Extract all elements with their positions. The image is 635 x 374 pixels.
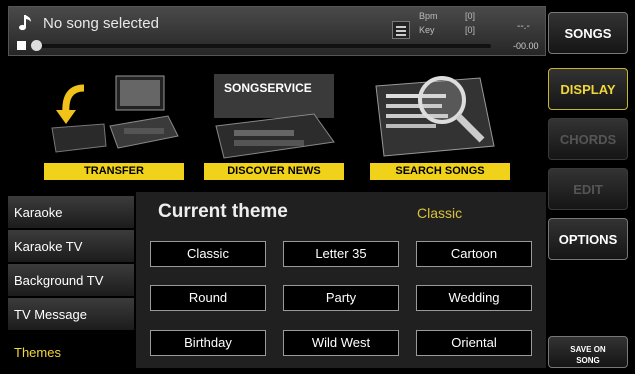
edit-button[interactable]: EDIT [548, 168, 628, 210]
music-note-icon [19, 15, 31, 31]
songservice-illustration-icon: SONGSERVICE [214, 74, 335, 159]
sidebar-item-background-tv[interactable]: Background TV [8, 264, 134, 297]
songs-button[interactable]: SONGS [548, 12, 628, 54]
theme-button-round[interactable]: Round [150, 285, 266, 311]
transfer-tile[interactable]: TRANSFER [44, 66, 184, 180]
transfer-illustration-icon [51, 75, 179, 153]
theme-button-oriental[interactable]: Oriental [416, 330, 532, 356]
search-songs-label: SEARCH SONGS [370, 163, 510, 180]
current-theme-value: Classic [417, 205, 463, 221]
sidebar-item-themes[interactable]: Themes [8, 336, 134, 369]
theme-button-birthday[interactable]: Birthday [150, 330, 266, 356]
theme-button-letter-35[interactable]: Letter 35 [283, 241, 399, 267]
search-songs-tile[interactable]: SEARCH SONGS [370, 66, 510, 180]
theme-button-cartoon[interactable]: Cartoon [416, 241, 532, 267]
song-title: No song selected [43, 15, 159, 32]
songservice-logo: SONGSERVICE [224, 81, 312, 95]
time-elapsed: --.- [517, 21, 530, 32]
feature-banner: TRANSFER SONGSERVICE DISCOVER NEWS SEARC… [8, 58, 546, 190]
search-illustration-icon [375, 76, 495, 157]
theme-button-wedding[interactable]: Wedding [416, 285, 532, 311]
save-label-line1: SAVE ON [570, 345, 606, 354]
discover-news-label: DISCOVER NEWS [204, 163, 344, 180]
options-button[interactable]: OPTIONS [548, 218, 628, 260]
theme-button-wild-west[interactable]: Wild West [283, 330, 399, 356]
current-theme-title: Current theme [158, 201, 288, 222]
bpm-label: Bpm [419, 11, 438, 21]
sidebar-item-karaoke[interactable]: Karaoke [8, 196, 134, 229]
bpm-value: [0] [465, 11, 476, 21]
display-button[interactable]: DISPLAY [548, 68, 628, 110]
discover-news-tile[interactable]: SONGSERVICE DISCOVER NEWS [204, 66, 344, 180]
theme-button-party[interactable]: Party [283, 285, 399, 311]
progress-bar[interactable] [31, 44, 491, 48]
key-value: [0] [465, 25, 476, 35]
time-remaining: -00.00 [513, 41, 539, 51]
sidebar-item-tv-message[interactable]: TV Message [8, 298, 134, 331]
sidebar-item-karaoke-tv[interactable]: Karaoke TV [8, 230, 134, 263]
list-icon[interactable] [392, 21, 410, 39]
save-label-line2: SONG [576, 356, 600, 365]
progress-knob[interactable] [31, 40, 42, 51]
transfer-label: TRANSFER [44, 163, 184, 180]
theme-button-classic[interactable]: Classic [150, 241, 266, 267]
key-label: Key [419, 25, 435, 35]
save-on-song-button[interactable]: SAVE ON SONG [548, 336, 628, 368]
chords-button[interactable]: CHORDS [548, 118, 628, 160]
stop-icon[interactable] [17, 41, 26, 50]
player-bar: No song selected Bpm [0] Key [0] --.- -0… [8, 6, 546, 56]
